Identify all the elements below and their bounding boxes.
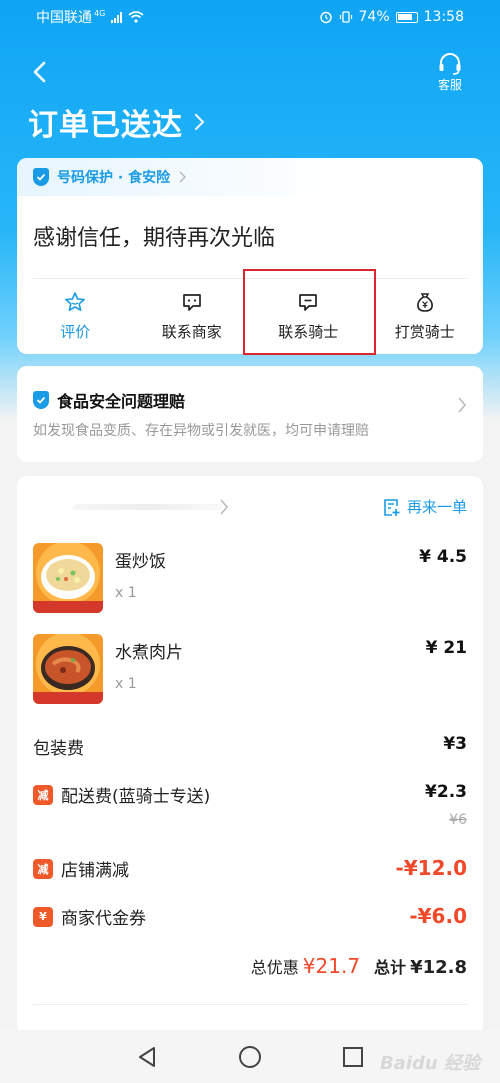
voucher-badge: ¥ [33, 906, 53, 927]
protection-label: 号码保护 · 食安险 [57, 170, 171, 186]
packing-fee-label: 包装费 [33, 739, 84, 759]
discount-badge: 减 [33, 858, 53, 879]
store-row[interactable]: 再来一单 [33, 496, 467, 520]
thanks-message: 感谢信任，期待再次光临 [33, 226, 276, 251]
store-discount-value: -¥12.0 [395, 856, 467, 880]
total-discount-label: 总优惠 [250, 958, 299, 977]
money-bag-icon [416, 293, 433, 312]
chevron-right-icon [195, 114, 205, 130]
order-status-title[interactable]: 订单已送达 [28, 100, 207, 144]
tip-rider-button[interactable]: 打赏骑士 [367, 279, 484, 354]
reorder-label: 再来一单 [406, 498, 467, 516]
headset-icon [439, 53, 461, 75]
back-arrow-icon[interactable] [28, 60, 52, 84]
packing-fee-row: 包装费 ¥3 [33, 734, 467, 760]
food-safety-claim-card[interactable]: 食品安全问题理赔 如发现食品变质、存在异物或引发就医，均可申请理赔 [17, 366, 483, 462]
divider [33, 1004, 467, 1005]
item-price: ¥ 21 [425, 638, 467, 658]
total-value: ¥12.8 [410, 957, 467, 978]
claim-title: 食品安全问题理赔 [57, 392, 186, 411]
chat-icon [182, 294, 201, 311]
chevron-right-icon [220, 499, 229, 515]
voucher-label: 商家代金券 [61, 909, 146, 929]
order-status-card: 号码保护 · 食安险 感谢信任，期待再次光临 评价 联系商家 联系骑士 打赏骑士 [17, 158, 484, 355]
battery-icon [395, 11, 418, 23]
item-name: 蛋炒饭 [115, 552, 166, 572]
network-type: 4G [94, 8, 106, 18]
discount-badge: 减 [33, 784, 53, 805]
nav-recents-icon[interactable] [342, 1046, 364, 1068]
delivery-fee-label: 配送费(蓝骑士专送) [61, 787, 211, 807]
reorder-button[interactable]: 再来一单 [383, 496, 467, 517]
action-row: 评价 联系商家 联系骑士 打赏骑士 [17, 269, 484, 355]
shield-check-icon [33, 168, 49, 186]
wifi-icon [128, 11, 144, 23]
packing-fee-value: ¥3 [443, 734, 467, 754]
contact-merchant-button[interactable]: 联系商家 [134, 279, 251, 354]
chevron-right-icon [179, 171, 187, 183]
shield-check-icon [33, 391, 49, 409]
store-discount-label: 店铺满减 [61, 861, 129, 881]
reorder-icon [384, 498, 400, 516]
order-item: 水煮肉片 x 1 ¥ 21 [33, 634, 467, 706]
boiled-pork-image [33, 634, 103, 704]
customer-service-label: 客服 [437, 78, 462, 92]
highlight-annotation-box [243, 269, 376, 355]
system-nav-bar: Baidu 经验 [0, 1030, 500, 1083]
alarm-icon [319, 11, 332, 24]
item-price: ¥ 4.5 [419, 547, 467, 567]
signal-icon [111, 11, 123, 23]
customer-service-button[interactable]: 客服 [430, 52, 470, 93]
clock-time: 13:58 [423, 9, 464, 25]
total-label: 总计 [374, 958, 407, 977]
watermark-logo: Baidu 经验 [379, 1053, 480, 1074]
protection-bar[interactable]: 号码保护 · 食安险 [17, 158, 483, 196]
delivery-fee-row: 减 配送费(蓝骑士专送) ¥2.3 ¥6 [33, 782, 467, 832]
carrier-name: 中国联通 [36, 10, 92, 26]
delivery-fee-value: ¥2.3 [425, 782, 467, 802]
page-header: 客服 订单已送达 [0, 50, 500, 150]
order-details-card: 再来一单 蛋炒饭 x 1 ¥ 4.5 水煮肉片 x 1 ¥ 21 包装费 ¥3 … [17, 476, 483, 1036]
item-quantity: x 1 [115, 585, 137, 601]
vibrate-icon [339, 11, 352, 23]
item-name: 水煮肉片 [115, 643, 183, 663]
chevron-right-icon [458, 397, 467, 413]
status-bar: 中国联通 4G 74% 13:58 [0, 0, 500, 34]
battery-percent: 74% [358, 9, 390, 25]
item-quantity: x 1 [115, 676, 137, 692]
rate-label: 评价 [60, 323, 91, 341]
tip-rider-label: 打赏骑士 [394, 323, 455, 341]
claim-subtitle: 如发现食品变质、存在异物或引发就医，均可申请理赔 [33, 423, 369, 439]
store-discount-row: 减 店铺满减 -¥12.0 [33, 856, 467, 882]
voucher-value: -¥6.0 [409, 904, 467, 928]
page-title: 订单已送达 [28, 108, 183, 143]
fried-rice-image [33, 543, 103, 613]
order-item: 蛋炒饭 x 1 ¥ 4.5 [33, 543, 467, 615]
total-discount-value: ¥21.7 [302, 954, 361, 978]
order-summary: 总优惠 ¥21.7 总计 ¥12.8 [251, 954, 467, 978]
rate-button[interactable]: 评价 [17, 279, 134, 354]
delivery-fee-original: ¥6 [449, 812, 467, 828]
voucher-row: ¥ 商家代金券 -¥6.0 [33, 904, 467, 930]
nav-back-icon[interactable] [136, 1045, 158, 1069]
nav-home-icon[interactable] [238, 1045, 262, 1069]
contact-merchant-label: 联系商家 [161, 323, 222, 341]
store-name-obscured [73, 504, 223, 510]
star-icon [65, 292, 86, 311]
